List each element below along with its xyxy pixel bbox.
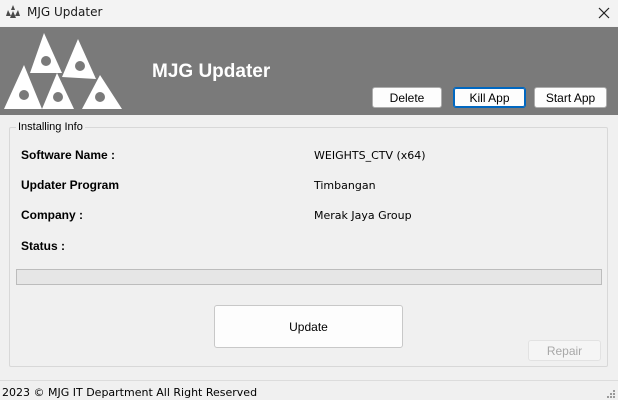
update-button[interactable]: Update: [214, 305, 403, 348]
copyright-text: 2023 © MJG IT Department All Right Reser…: [2, 386, 258, 399]
kill-app-button[interactable]: Kill App: [453, 87, 526, 108]
delete-button[interactable]: Delete: [372, 87, 442, 108]
status-label: Status :: [21, 239, 66, 253]
close-icon: [598, 7, 610, 19]
header-banner: MJG Updater Delete Kill App Start App: [0, 27, 618, 115]
mjg-logo-icon: [6, 5, 20, 18]
company-value: Merak Jaya Group: [314, 209, 412, 222]
updater-program-value: Timbangan: [314, 179, 376, 192]
resize-grip-icon[interactable]: [604, 387, 616, 399]
mjg-logo: [4, 33, 122, 109]
group-legend: Installing Info: [16, 121, 85, 133]
install-progress-bar: [16, 269, 602, 285]
status-bar: 2023 © MJG IT Department All Right Reser…: [0, 380, 618, 400]
repair-button[interactable]: Repair: [528, 340, 601, 361]
software-name-label: Software Name :: [21, 148, 116, 162]
software-name-value: WEIGHTS_CTV (x64): [314, 149, 426, 162]
app-name: MJG Updater: [152, 61, 271, 82]
start-app-button[interactable]: Start App: [534, 87, 607, 108]
close-button[interactable]: [594, 3, 614, 23]
title-bar: MJG Updater: [0, 0, 618, 26]
company-label: Company :: [21, 208, 84, 222]
window-title: MJG Updater: [27, 5, 103, 19]
updater-program-label: Updater Program: [21, 178, 120, 192]
